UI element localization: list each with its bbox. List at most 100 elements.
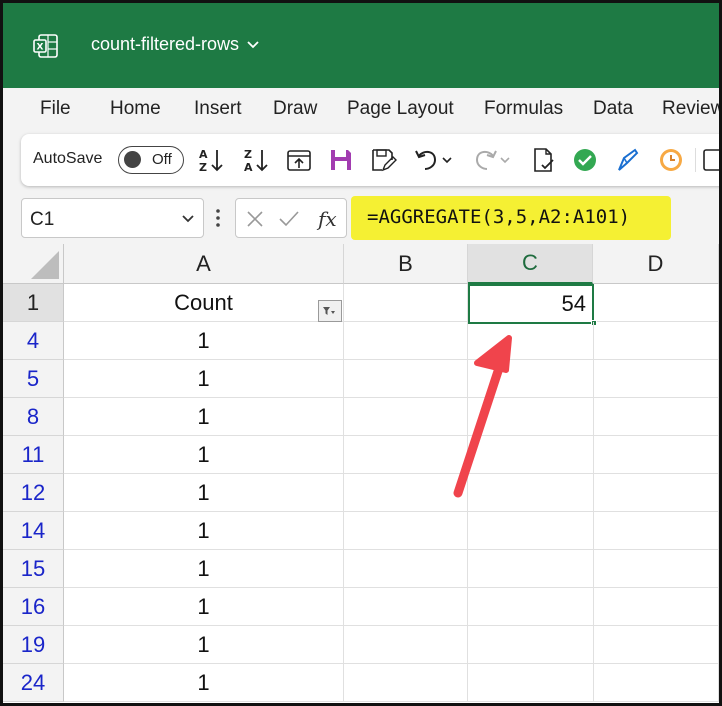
row-header[interactable]: 15 — [3, 550, 64, 588]
cell-d[interactable] — [594, 436, 719, 474]
row-header[interactable]: 8 — [3, 398, 64, 436]
row-header[interactable]: 4 — [3, 322, 64, 360]
cell-b[interactable] — [344, 436, 468, 474]
sort-ascending-icon[interactable]: A Z — [197, 146, 225, 174]
tab-file[interactable]: File — [40, 98, 71, 120]
svg-text:Z: Z — [244, 148, 252, 161]
cell-b[interactable] — [344, 512, 468, 550]
column-header-a[interactable]: A — [64, 244, 344, 284]
tab-formulas[interactable]: Formulas — [484, 98, 563, 120]
autosave-toggle[interactable]: Off — [118, 146, 184, 174]
document-check-icon[interactable] — [529, 146, 557, 174]
excel-logo-icon[interactable]: X — [33, 33, 59, 59]
row-header[interactable]: 19 — [3, 626, 64, 664]
row-header[interactable]: 24 — [3, 664, 64, 702]
tab-page-layout[interactable]: Page Layout — [347, 98, 454, 120]
cell-c[interactable] — [468, 550, 594, 588]
cell-b[interactable] — [344, 588, 468, 626]
column-header-d[interactable]: D — [593, 244, 719, 284]
redo-dropdown-icon[interactable] — [499, 146, 511, 174]
cell-c[interactable] — [468, 360, 594, 398]
cell-d[interactable] — [594, 322, 719, 360]
cell-a[interactable]: 1 — [64, 626, 344, 664]
formula-input[interactable]: =AGGREGATE(3,5,A2:A101) — [351, 196, 671, 240]
svg-text:X: X — [37, 43, 44, 53]
chevron-down-icon[interactable] — [181, 213, 195, 225]
check-circle-icon[interactable] — [571, 146, 599, 174]
tab-home[interactable]: Home — [110, 98, 161, 120]
cell-c[interactable] — [468, 626, 594, 664]
row-header[interactable]: 12 — [3, 474, 64, 512]
title-bar: X count-filtered-rows — [3, 3, 719, 88]
cell-c[interactable] — [468, 588, 594, 626]
cell-d[interactable] — [594, 664, 719, 702]
autosave-label: AutoSave — [33, 150, 103, 167]
save-icon[interactable] — [327, 146, 355, 174]
cell-a[interactable]: 1 — [64, 398, 344, 436]
row-header-1[interactable]: 1 — [3, 284, 64, 322]
cell-c1-active[interactable]: 54 — [468, 284, 594, 324]
svg-text:fx: fx — [316, 207, 337, 231]
redo-icon[interactable] — [471, 146, 499, 174]
undo-icon[interactable] — [413, 146, 441, 174]
cell-c[interactable] — [468, 664, 594, 702]
cell-d[interactable] — [594, 360, 719, 398]
refresh-icon[interactable] — [285, 146, 313, 174]
confirm-icon[interactable] — [278, 210, 300, 228]
filter-dropdown-button[interactable] — [318, 300, 342, 322]
column-header-b[interactable]: B — [344, 244, 468, 284]
cell-b[interactable] — [344, 322, 468, 360]
cell-c[interactable] — [468, 322, 594, 360]
window-icon[interactable] — [701, 146, 722, 174]
cell-a1[interactable]: Count — [64, 284, 344, 322]
row-header[interactable]: 16 — [3, 588, 64, 626]
cell-d[interactable] — [594, 512, 719, 550]
tab-data[interactable]: Data — [593, 98, 633, 120]
cell-b[interactable] — [344, 360, 468, 398]
cell-d[interactable] — [594, 474, 719, 512]
insert-function-icon[interactable]: fx — [316, 206, 340, 232]
cell-a[interactable]: 1 — [64, 664, 344, 702]
sort-descending-icon[interactable]: Z A — [242, 146, 270, 174]
cell-a[interactable]: 1 — [64, 360, 344, 398]
cell-a[interactable]: 1 — [64, 512, 344, 550]
clock-icon[interactable] — [657, 146, 685, 174]
undo-dropdown-icon[interactable] — [441, 146, 453, 174]
cell-c[interactable] — [468, 398, 594, 436]
cell-a[interactable]: 1 — [64, 550, 344, 588]
document-title[interactable]: count-filtered-rows — [91, 34, 259, 55]
cell-d[interactable] — [594, 550, 719, 588]
cell-a[interactable]: 1 — [64, 322, 344, 360]
tab-insert[interactable]: Insert — [194, 98, 242, 120]
cell-c[interactable] — [468, 512, 594, 550]
cell-b1[interactable] — [344, 284, 468, 322]
row-header[interactable]: 5 — [3, 360, 64, 398]
more-options-icon[interactable] — [215, 206, 221, 230]
cell-c[interactable] — [468, 436, 594, 474]
save-as-icon[interactable] — [369, 146, 397, 174]
toolbar-separator — [695, 148, 696, 172]
select-all-button[interactable] — [3, 244, 64, 284]
cell-a[interactable]: 1 — [64, 588, 344, 626]
cell-b[interactable] — [344, 398, 468, 436]
svg-text:A: A — [244, 161, 253, 174]
pen-icon[interactable] — [615, 146, 643, 174]
row-header[interactable]: 14 — [3, 512, 64, 550]
cell-a[interactable]: 1 — [64, 436, 344, 474]
cell-d[interactable] — [594, 398, 719, 436]
cell-d[interactable] — [594, 588, 719, 626]
cell-b[interactable] — [344, 664, 468, 702]
cancel-icon[interactable] — [246, 210, 264, 228]
column-header-c[interactable]: C — [468, 244, 593, 284]
cell-b[interactable] — [344, 474, 468, 512]
cell-b[interactable] — [344, 550, 468, 588]
row-header[interactable]: 11 — [3, 436, 64, 474]
cell-c[interactable] — [468, 474, 594, 512]
cell-d[interactable] — [594, 626, 719, 664]
tab-review[interactable]: Review — [662, 98, 719, 120]
cell-a[interactable]: 1 — [64, 474, 344, 512]
cell-d1[interactable] — [594, 284, 719, 322]
tab-draw[interactable]: Draw — [273, 98, 317, 120]
cell-b[interactable] — [344, 626, 468, 664]
name-box[interactable]: C1 — [21, 198, 204, 238]
